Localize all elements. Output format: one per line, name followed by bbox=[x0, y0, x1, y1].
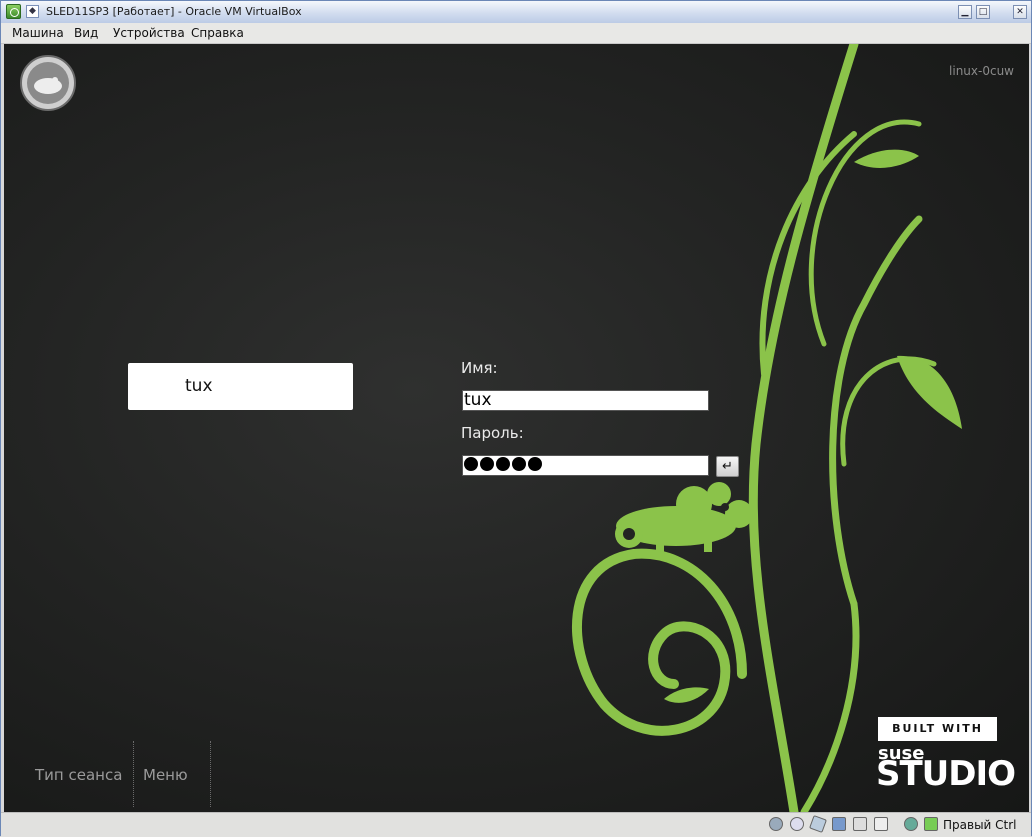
menu-button[interactable]: Меню bbox=[143, 766, 188, 784]
password-label: Пароль: bbox=[461, 424, 524, 442]
virtualization-icon[interactable] bbox=[904, 817, 918, 831]
video-capture-icon[interactable] bbox=[874, 817, 888, 831]
window-title: SLED11SP3 [Работает] - Oracle VM Virtual… bbox=[46, 5, 302, 18]
password-field[interactable] bbox=[462, 455, 709, 476]
divider bbox=[133, 741, 134, 807]
password-dot bbox=[464, 457, 478, 471]
user-name: tux bbox=[185, 376, 213, 396]
window-menu-icon[interactable]: ◆ bbox=[26, 5, 39, 18]
virtualbox-window: ◆ SLED11SP3 [Работает] - Oracle VM Virtu… bbox=[0, 0, 1032, 837]
session-type-button[interactable]: Тип сеанса bbox=[35, 766, 122, 784]
suse-logo-icon bbox=[20, 55, 76, 111]
built-with-badge: BUILT WITH bbox=[878, 717, 997, 741]
minimize-button[interactable]: ▁ bbox=[958, 5, 972, 19]
shared-folders-icon[interactable] bbox=[853, 817, 867, 831]
menu-bar: Машина Вид Устройства Справка bbox=[1, 23, 1031, 44]
menu-view[interactable]: Вид bbox=[74, 26, 98, 40]
virtualbox-app-icon bbox=[6, 4, 21, 19]
divider bbox=[210, 741, 211, 807]
login-submit-button[interactable]: ↵ bbox=[716, 456, 739, 477]
usb-icon[interactable] bbox=[809, 815, 827, 833]
password-dot bbox=[512, 457, 526, 471]
password-dot bbox=[480, 457, 494, 471]
status-bar: Правый Ctrl bbox=[1, 812, 1031, 837]
close-button[interactable]: ✕ bbox=[1013, 5, 1027, 19]
menu-machine[interactable]: Машина bbox=[12, 26, 64, 40]
menu-devices[interactable]: Устройства bbox=[113, 26, 185, 40]
mouse-integration-icon[interactable] bbox=[924, 817, 938, 831]
optical-drive-icon[interactable] bbox=[790, 817, 804, 831]
title-bar[interactable]: ◆ SLED11SP3 [Работает] - Oracle VM Virtu… bbox=[1, 1, 1031, 24]
menu-help[interactable]: Справка bbox=[191, 26, 244, 40]
maximize-button[interactable]: □ bbox=[976, 5, 990, 19]
password-dots bbox=[464, 457, 542, 471]
network-icon[interactable] bbox=[832, 817, 846, 831]
hostname-label: linux-0cuw bbox=[949, 64, 1014, 78]
vm-screen[interactable]: linux-0cuw tux Имя: tux Пароль: ↵ Тип се… bbox=[4, 44, 1029, 812]
name-label: Имя: bbox=[461, 359, 498, 377]
password-dot bbox=[496, 457, 510, 471]
host-key-label: Правый Ctrl bbox=[943, 818, 1017, 832]
user-list-item[interactable]: tux bbox=[128, 363, 353, 410]
password-dot bbox=[528, 457, 542, 471]
username-field[interactable]: tux bbox=[462, 390, 709, 411]
studio-wordmark: STUDIO bbox=[876, 754, 1016, 794]
hard-disk-icon[interactable] bbox=[769, 817, 783, 831]
